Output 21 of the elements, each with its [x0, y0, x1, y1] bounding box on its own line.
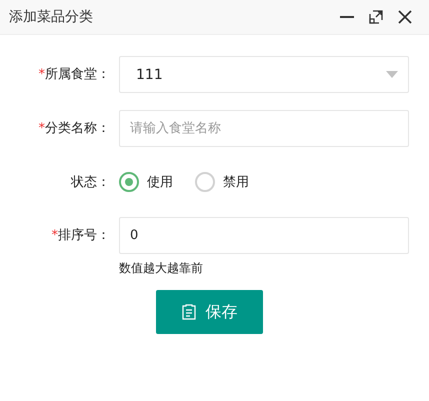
field-label: 排序号： [58, 227, 110, 244]
field-label: 分类名称： [45, 120, 110, 137]
required-mark: * [38, 120, 45, 136]
radio-button[interactable] [195, 172, 215, 192]
dropdown[interactable]: 111 [119, 56, 409, 93]
input-field[interactable]: 请输入食堂名称 [119, 110, 409, 147]
required-mark: * [52, 228, 58, 242]
radio-label[interactable]: 使用 [147, 173, 173, 191]
hint-text: 数值越大越靠前 [119, 260, 204, 277]
required-mark: * [38, 66, 45, 82]
close-icon[interactable] [398, 10, 412, 24]
window-title: 添加菜品分类 [9, 8, 93, 26]
caret-icon [386, 71, 398, 78]
save-button[interactable]: 保存 [156, 290, 263, 334]
maximize-icon[interactable] [369, 10, 383, 24]
field-label: 所属食堂： [45, 66, 110, 83]
radio-label[interactable]: 禁用 [223, 173, 249, 191]
input-field[interactable]: 0 [119, 217, 409, 254]
clipboard-icon [182, 304, 196, 320]
radio-button[interactable] [119, 172, 139, 192]
field-label: 状态： [71, 174, 110, 191]
